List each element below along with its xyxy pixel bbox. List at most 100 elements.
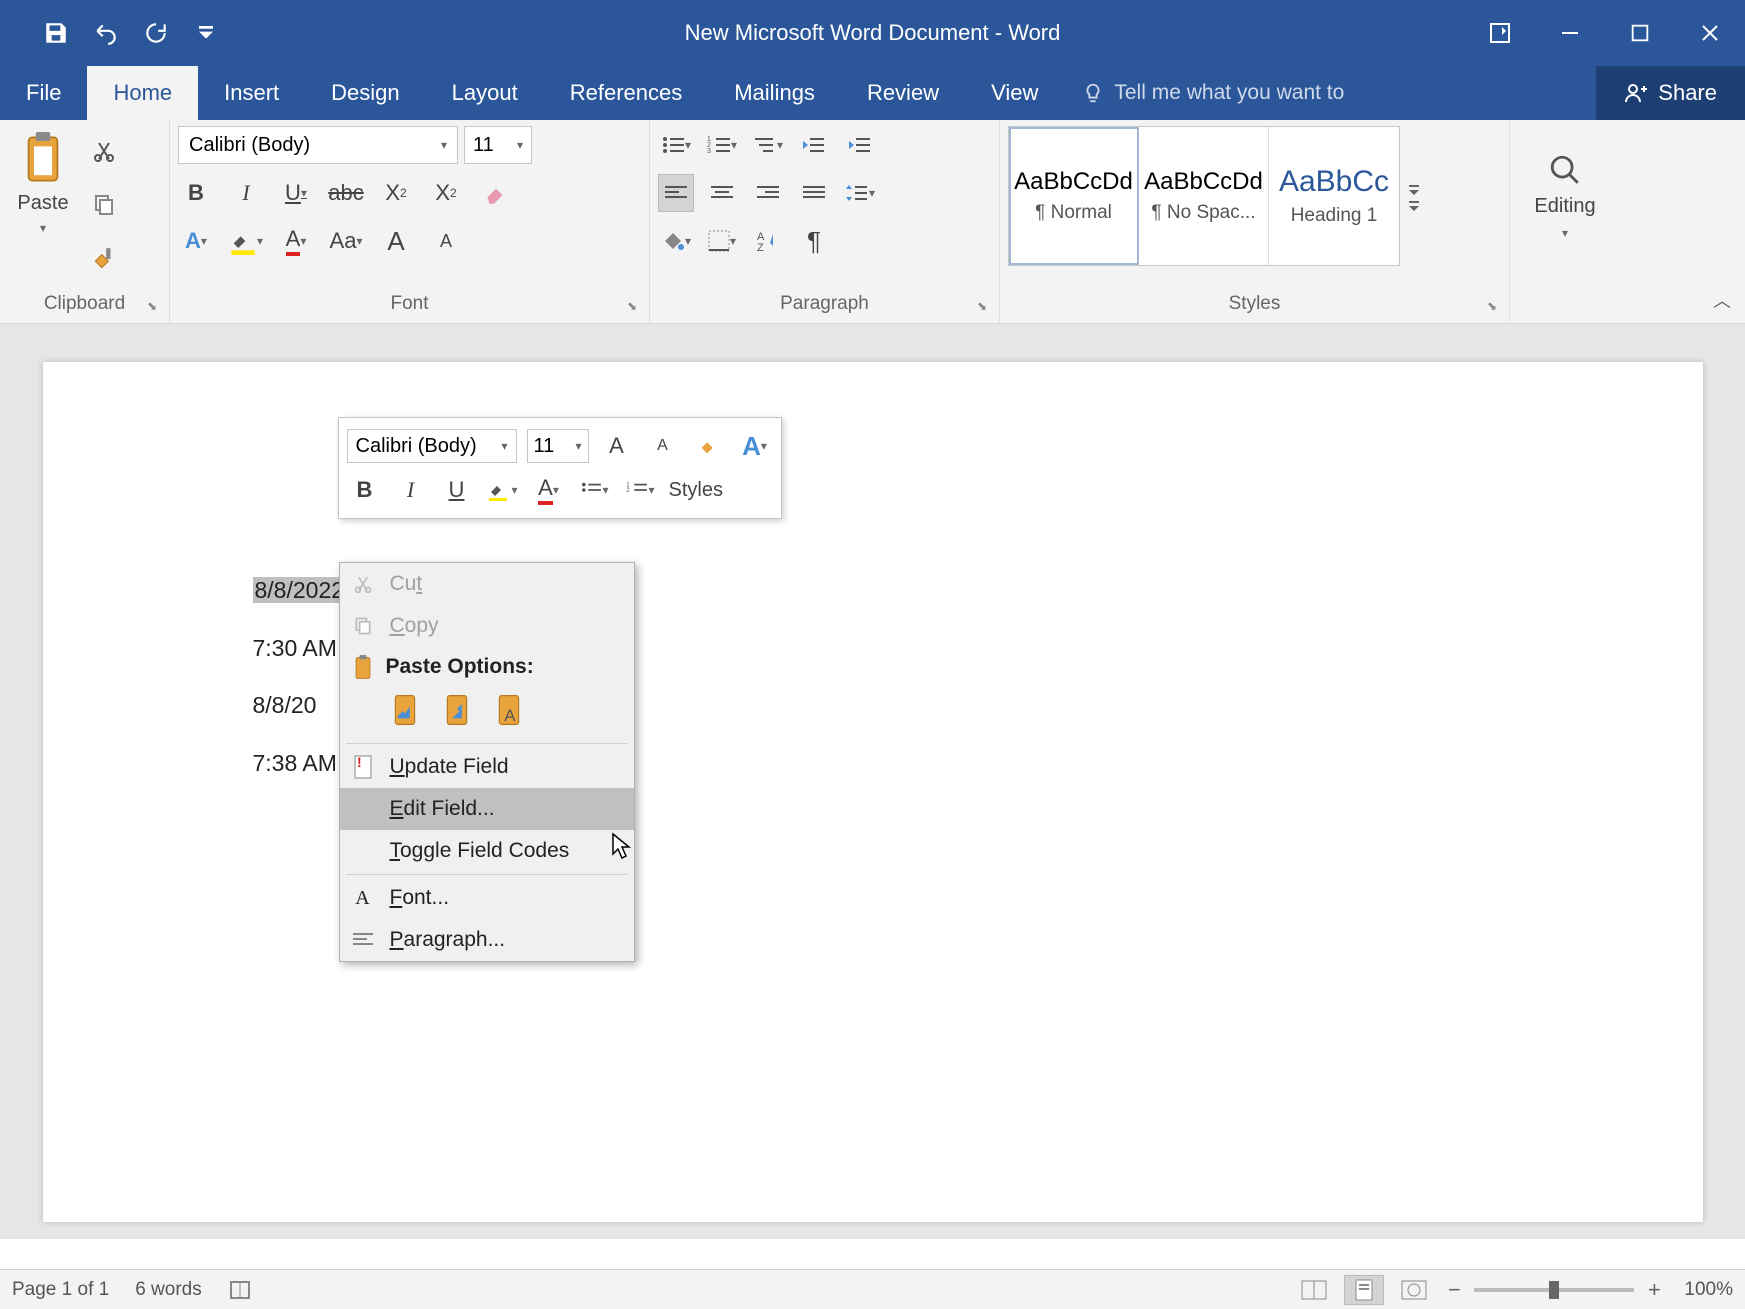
ctx-update-field[interactable]: ! Update Field (340, 746, 634, 788)
tab-design[interactable]: Design (305, 66, 425, 120)
mini-numbering-button[interactable]: 12▾ (623, 471, 659, 509)
read-mode-button[interactable] (1294, 1275, 1334, 1305)
format-painter-button[interactable] (86, 240, 122, 278)
web-layout-button[interactable] (1394, 1275, 1434, 1305)
show-hide-button[interactable]: ¶ (796, 222, 832, 260)
underline-button[interactable]: U ▾ (278, 174, 314, 212)
tell-me-search[interactable]: Tell me what you want to (1064, 66, 1596, 120)
increase-indent-button[interactable] (842, 126, 878, 164)
tab-view[interactable]: View (965, 66, 1064, 120)
document-page[interactable]: 8/8/2022 7:30 AM 8/8/20 7:38 AM Calibri … (43, 362, 1703, 1222)
mini-grow-font-button[interactable]: A (599, 427, 635, 465)
font-color-button[interactable]: A▾ (278, 222, 314, 260)
mini-styles-button[interactable]: A▾ (737, 427, 773, 465)
mini-shrink-font-button[interactable]: A (645, 427, 681, 465)
paragraph-icon (350, 927, 376, 953)
strikethrough-button[interactable]: abc (328, 174, 364, 212)
change-case-button[interactable]: Aa▾ (328, 222, 364, 260)
clear-formatting-button[interactable] (478, 174, 514, 212)
ctx-copy[interactable]: Copy (340, 605, 634, 647)
maximize-button[interactable] (1605, 8, 1675, 58)
grow-font-button[interactable]: A (378, 222, 414, 260)
zoom-out-button[interactable]: − (1444, 1277, 1464, 1303)
mini-styles-label[interactable]: Styles (669, 479, 723, 502)
cut-button[interactable] (86, 132, 122, 170)
share-button[interactable]: Share (1596, 66, 1745, 120)
sort-button[interactable]: AZ (750, 222, 786, 260)
ctx-edit-field[interactable]: Edit Field... (340, 788, 634, 830)
mini-highlight-button[interactable]: ▾ (485, 471, 521, 509)
status-words[interactable]: 6 words (135, 1279, 202, 1301)
shrink-font-button[interactable]: A (428, 222, 464, 260)
tab-references[interactable]: References (544, 66, 709, 120)
ctx-font[interactable]: A Font... (340, 877, 634, 919)
close-button[interactable] (1675, 8, 1745, 58)
lightbulb-icon (1082, 82, 1104, 104)
mini-format-painter-button[interactable] (691, 427, 727, 465)
numbering-button[interactable]: 123▾ (704, 126, 740, 164)
styles-more-button[interactable] (1400, 126, 1428, 266)
tab-insert[interactable]: Insert (198, 66, 305, 120)
paste-keep-source-button[interactable] (386, 689, 424, 731)
align-right-button[interactable] (750, 174, 786, 212)
text-effects-button[interactable]: A▾ (178, 222, 214, 260)
redo-button[interactable] (140, 13, 172, 53)
zoom-slider[interactable] (1474, 1288, 1634, 1292)
ctx-cut[interactable]: Cut (340, 563, 634, 605)
mini-italic-button[interactable]: I (393, 471, 429, 509)
undo-button[interactable] (90, 13, 122, 53)
paste-button[interactable]: Paste ▾ (8, 126, 78, 278)
mini-font-color-button[interactable]: A▾ (531, 471, 567, 509)
status-proofing-button[interactable] (228, 1278, 252, 1302)
tab-home[interactable]: Home (87, 66, 198, 120)
zoom-level[interactable]: 100% (1684, 1279, 1733, 1301)
borders-button[interactable]: ▾ (704, 222, 740, 260)
justify-button[interactable] (796, 174, 832, 212)
style-no-spacing[interactable]: AaBbCcDd ¶ No Spac... (1139, 127, 1269, 265)
align-center-button[interactable] (704, 174, 740, 212)
mini-font-name-combo[interactable]: Calibri (Body)▾ (347, 429, 517, 463)
tab-review[interactable]: Review (841, 66, 965, 120)
chevron-down-icon: ▾ (40, 221, 46, 235)
font-icon: A (350, 885, 376, 911)
editing-button[interactable]: Editing ▾ (1518, 126, 1612, 266)
mini-underline-button[interactable]: U (439, 471, 475, 509)
font-size-combo[interactable]: 11▾ (464, 126, 532, 164)
status-page[interactable]: Page 1 of 1 (12, 1279, 109, 1301)
italic-button[interactable]: I (228, 174, 264, 212)
superscript-button[interactable]: X2 (428, 174, 464, 212)
ctx-toggle-field-codes[interactable]: Toggle Field Codes (340, 830, 634, 872)
multilevel-list-button[interactable]: ▾ (750, 126, 786, 164)
print-layout-button[interactable] (1344, 1275, 1384, 1305)
tab-file[interactable]: File (0, 66, 87, 120)
save-button[interactable] (40, 13, 72, 53)
bullets-button[interactable]: ▾ (658, 126, 694, 164)
ribbon-display-options-button[interactable] (1465, 8, 1535, 58)
decrease-indent-button[interactable] (796, 126, 832, 164)
style-normal[interactable]: AaBbCcDd ¶ Normal (1009, 127, 1139, 265)
copy-button[interactable] (86, 186, 122, 224)
selected-date-field[interactable]: 8/8/2022 (253, 577, 347, 603)
styles-group-label: Styles (1008, 287, 1501, 323)
zoom-in-button[interactable]: + (1644, 1277, 1664, 1303)
font-name-combo[interactable]: Calibri (Body)▾ (178, 126, 458, 164)
shading-button[interactable]: ▾ (658, 222, 694, 260)
tab-layout[interactable]: Layout (426, 66, 544, 120)
ctx-paragraph[interactable]: Paragraph... (340, 919, 634, 961)
highlight-button[interactable]: ▾ (228, 222, 264, 260)
tab-mailings[interactable]: Mailings (708, 66, 841, 120)
align-left-button[interactable] (658, 174, 694, 212)
line-spacing-button[interactable]: ▾ (842, 174, 878, 212)
qat-customize-button[interactable] (190, 13, 222, 53)
mini-bullets-button[interactable]: ▾ (577, 471, 613, 509)
svg-text:!: ! (357, 755, 362, 770)
subscript-button[interactable]: X2 (378, 174, 414, 212)
bold-button[interactable]: B (178, 174, 214, 212)
minimize-button[interactable] (1535, 8, 1605, 58)
mini-font-size-combo[interactable]: 11▾ (527, 429, 589, 463)
mini-bold-button[interactable]: B (347, 471, 383, 509)
paste-text-only-button[interactable]: A (490, 689, 528, 731)
collapse-ribbon-button[interactable]: ︿ (1713, 287, 1731, 313)
style-heading-1[interactable]: AaBbCc Heading 1 (1269, 127, 1399, 265)
paste-merge-button[interactable] (438, 689, 476, 731)
